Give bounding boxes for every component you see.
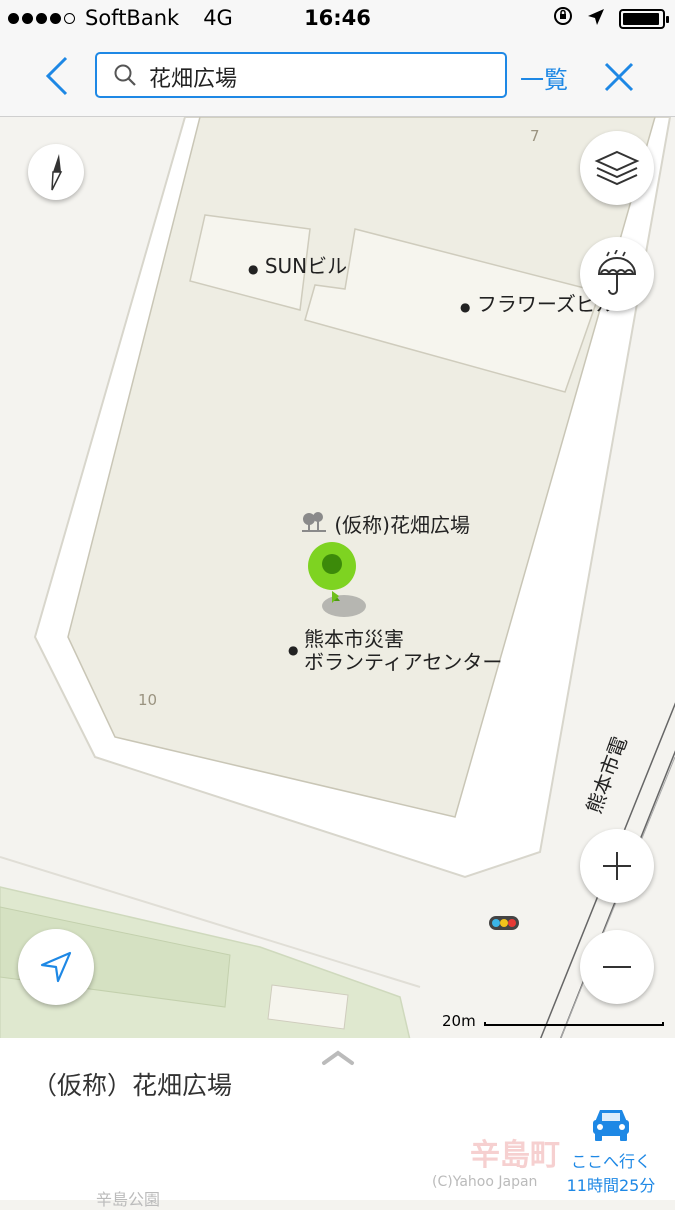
list-button[interactable]: 一覧 xyxy=(520,60,568,95)
zoom-out-icon xyxy=(603,966,631,968)
poi-label: SUNビル xyxy=(264,254,348,278)
battery-icon xyxy=(619,8,669,29)
location-pin[interactable] xyxy=(306,541,370,625)
watermark-text: 辛島町 xyxy=(470,1138,560,1173)
zoom-in-icon xyxy=(603,852,631,880)
place-name: （仮称）花畑広場 xyxy=(32,1071,233,1100)
car-icon xyxy=(593,1110,629,1141)
panel-expand-handle[interactable] xyxy=(321,1050,355,1070)
location-arrow-icon xyxy=(587,7,605,31)
layers-icon xyxy=(594,150,640,186)
route-here-button[interactable]: ここへ行く 11時間25分 xyxy=(561,1106,661,1196)
locate-me-button[interactable] xyxy=(18,929,94,1005)
block-number-top: 7 xyxy=(530,127,540,145)
status-bar: SoftBank 4G 16:46 xyxy=(0,0,675,38)
place-detail-panel[interactable]: （仮称）花畑広場 辛島町 辛島公園 (C)Yahoo Japan ここへ行く 1… xyxy=(0,1038,675,1209)
background-park-label: 辛島公園 xyxy=(96,1190,161,1209)
map-view[interactable]: 7 10 ● SUNビル ● フラワーズビル (仮称)花畑広場 ● 熊本市災害 … xyxy=(0,117,675,1040)
layers-button[interactable] xyxy=(580,131,654,205)
search-query-text: 花畑広場 xyxy=(149,67,238,92)
compass-icon xyxy=(51,154,63,191)
rotation-lock-icon xyxy=(553,6,573,31)
locate-me-icon xyxy=(40,951,72,983)
poi-volunteer-center[interactable]: ● 熊本市災害 ボランティアセンター xyxy=(288,628,502,674)
weather-umbrella-icon xyxy=(597,250,637,295)
chevron-up-icon xyxy=(322,1050,354,1065)
poi-label-line2: ボランティアセンター xyxy=(304,650,503,674)
chevron-left-icon xyxy=(45,56,68,96)
poi-sun-building[interactable]: ● SUNビル xyxy=(248,250,347,279)
park-icon xyxy=(300,512,334,537)
search-header: 花畑広場 一覧 xyxy=(0,38,675,117)
scale-label: 20m xyxy=(442,1012,476,1030)
map-copyright: (C)Yahoo Japan xyxy=(432,1174,538,1190)
compass-button[interactable] xyxy=(28,144,84,200)
zoom-in-button[interactable] xyxy=(580,829,654,903)
poi-label: (仮称)花畑広場 xyxy=(334,513,470,537)
weather-button[interactable] xyxy=(580,237,654,311)
poi-plaza[interactable]: (仮称)花畑広場 xyxy=(300,509,470,538)
traffic-light-icon xyxy=(489,915,519,934)
poi-label-line1: 熊本市災害 xyxy=(304,627,404,651)
scale-line xyxy=(484,1022,664,1026)
search-input[interactable]: 花畑広場 xyxy=(95,52,507,98)
zoom-out-button[interactable] xyxy=(580,930,654,1004)
map-pin-icon xyxy=(308,542,366,617)
search-icon xyxy=(114,64,136,86)
back-button[interactable] xyxy=(38,54,78,98)
route-here-label: ここへ行く xyxy=(570,1152,651,1171)
close-button[interactable] xyxy=(602,60,636,94)
route-duration: 11時間25分 xyxy=(566,1176,656,1195)
block-number-left: 10 xyxy=(138,691,158,709)
scale-bar: 20m xyxy=(442,1012,664,1030)
close-icon xyxy=(604,62,634,92)
